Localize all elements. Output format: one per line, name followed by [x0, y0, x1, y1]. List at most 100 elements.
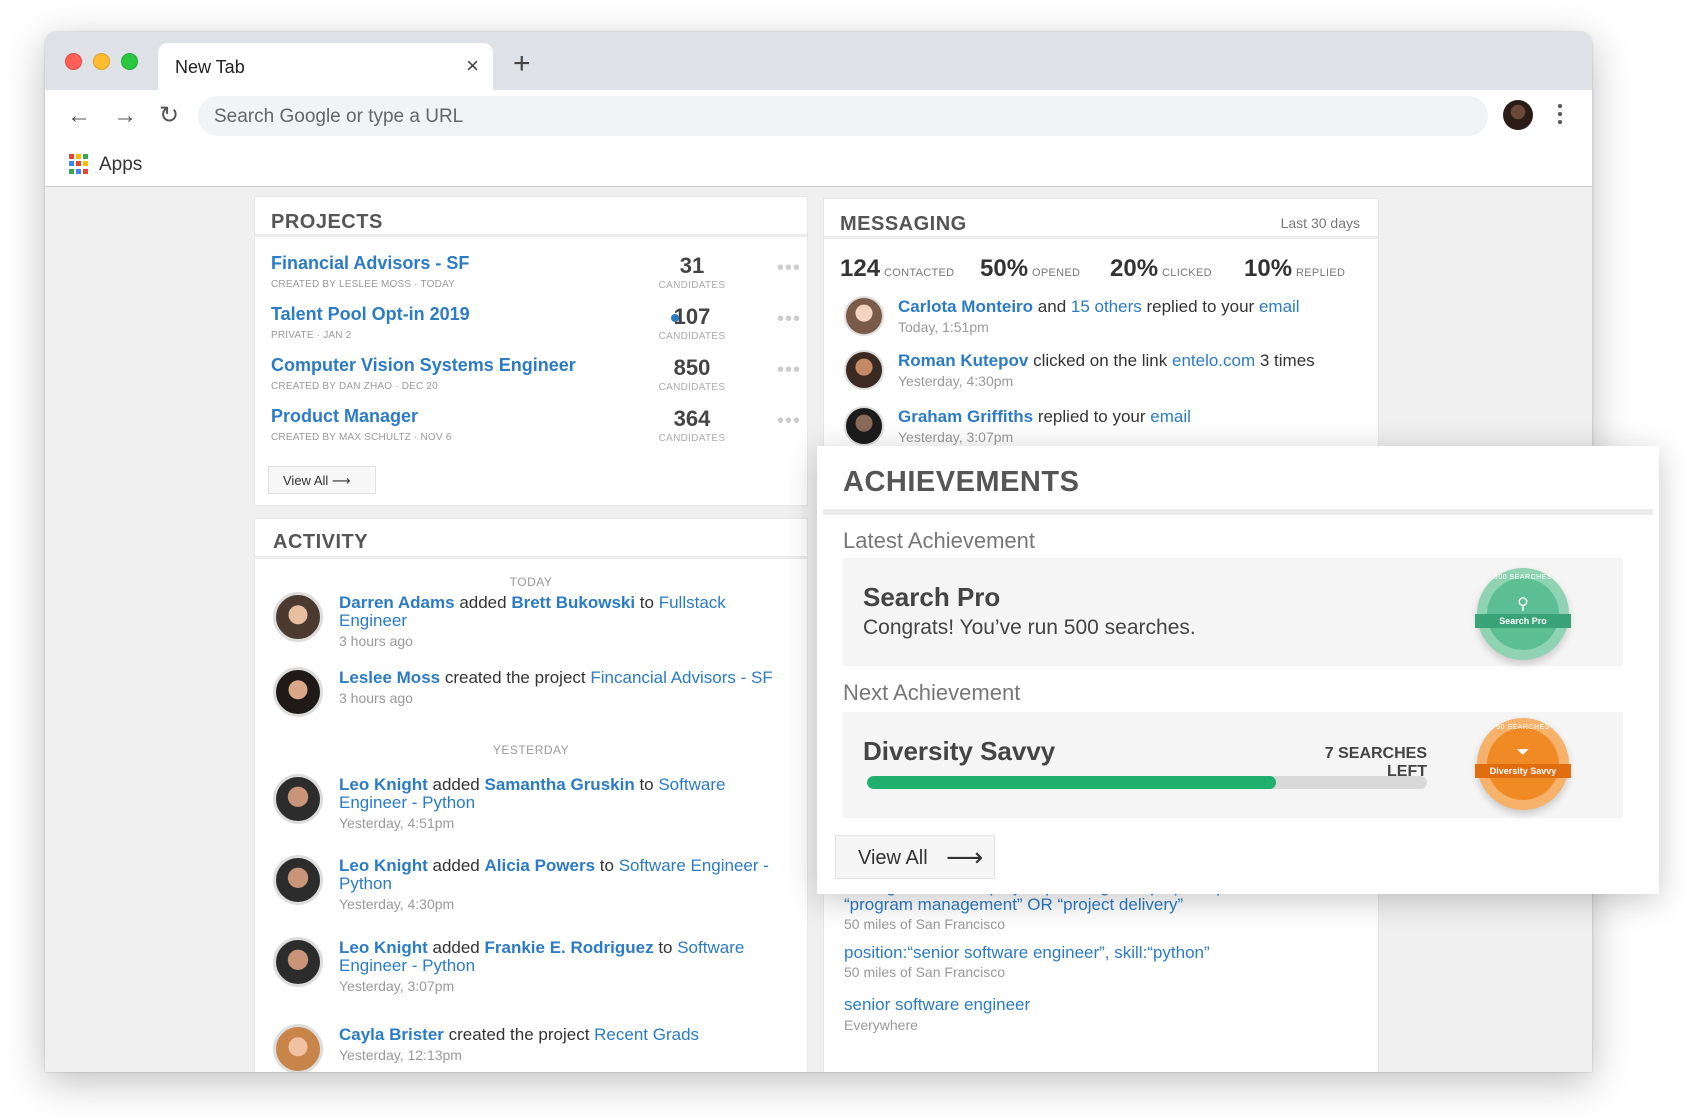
actor-link[interactable]: Graham Griffiths: [898, 407, 1033, 426]
projects-card: PROJECTS Financial Advisors - SF CREATED…: [254, 196, 808, 506]
close-window-button[interactable]: [65, 53, 82, 70]
address-bar[interactable]: Search Google or type a URL: [198, 96, 1488, 136]
activity-prep: to: [634, 775, 659, 794]
activity-text: Leo Knight added Frankie E. Rodriguez to…: [339, 939, 779, 995]
avatar[interactable]: [273, 667, 323, 717]
message-time: Yesterday, 3:07pm: [898, 429, 1014, 445]
object-link[interactable]: Alicia Powers: [485, 856, 596, 875]
activity-prep: to: [635, 593, 659, 612]
actor-link[interactable]: Cayla Brister: [339, 1025, 444, 1044]
avatar[interactable]: [273, 855, 323, 905]
email-link[interactable]: email: [1259, 297, 1300, 316]
others-link[interactable]: 15 others: [1071, 297, 1142, 316]
next-achievement-name: Diversity Savvy: [863, 736, 1056, 766]
minimize-window-button[interactable]: [93, 53, 110, 70]
reload-icon[interactable]: ↻: [154, 101, 184, 131]
url-link[interactable]: entelo.com: [1172, 351, 1255, 370]
achievements-panel: ACHIEVEMENTS Latest Achievement Search P…: [817, 446, 1659, 894]
actor-link[interactable]: Leo Knight: [339, 775, 428, 794]
activity-card: ACTIVITY TODAY Darren Adams added Brett …: [254, 518, 808, 1072]
project-meta: CREATED BY DAN ZHAO · DEC 20: [271, 381, 438, 392]
forward-arrow-icon[interactable]: →: [110, 101, 140, 131]
project-row[interactable]: Computer Vision Systems Engineer CREATED…: [271, 355, 800, 399]
stat-value: 20%: [1110, 255, 1159, 282]
achievements-view-all-button[interactable]: View All ⟶: [835, 835, 995, 879]
avatar[interactable]: [273, 937, 323, 987]
email-link[interactable]: email: [1150, 407, 1191, 426]
latest-achievement-box: Search Pro Congrats! You’ve run 500 sear…: [843, 558, 1623, 666]
avatar[interactable]: [844, 350, 884, 390]
avatar[interactable]: [844, 296, 884, 336]
new-tab-button[interactable]: +: [513, 49, 531, 79]
object-link[interactable]: Brett Bukowski: [511, 593, 635, 612]
achievements-divider: [823, 509, 1653, 515]
actor-link[interactable]: Leo Knight: [339, 938, 428, 957]
badge-top-text: 500 SEARCHES: [1493, 574, 1553, 581]
project-name[interactable]: Financial Advisors - SF: [271, 253, 469, 274]
project-name[interactable]: Computer Vision Systems Engineer: [271, 355, 576, 376]
latest-achievement-label: Latest Achievement: [843, 528, 1036, 553]
candidates-label: CANDIDATES: [658, 382, 726, 393]
more-menu-icon[interactable]: [1555, 102, 1565, 128]
activity-verb: added: [427, 775, 485, 794]
candidate-count: 850: [673, 355, 711, 380]
more-options-icon[interactable]: •••: [777, 359, 801, 382]
search-query-link[interactable]: position:“senior software engineer”, ski…: [844, 944, 1344, 962]
more-options-icon[interactable]: •••: [777, 308, 801, 331]
tab-strip: New Tab × +: [45, 32, 1592, 91]
actor-link[interactable]: Roman Kutepov: [898, 351, 1028, 370]
arrow-right-icon: ⟶: [946, 842, 984, 872]
maximize-window-button[interactable]: [121, 53, 138, 70]
avatar[interactable]: [273, 592, 323, 642]
message-fragment: replied to your: [1141, 297, 1259, 316]
stat-label: CLICKED: [1162, 267, 1212, 279]
actor-link[interactable]: Carlota Monteiro: [898, 297, 1033, 316]
stat-replied: 10% REPLIED: [1244, 255, 1345, 283]
projects-view-all-button[interactable]: View All ⟶: [268, 466, 376, 494]
candidate-count: 107: [673, 304, 711, 329]
search-query-link[interactable]: senior software engineer: [844, 996, 1344, 1014]
activity-time: Yesterday, 4:51pm: [339, 815, 455, 831]
avatar[interactable]: [273, 774, 323, 824]
project-name[interactable]: Talent Pool Opt-in 2019: [271, 304, 470, 325]
project-row[interactable]: Product Manager CREATED BY MAX SCHULTZ ·…: [271, 406, 800, 450]
apps-bookmark[interactable]: Apps: [99, 154, 142, 176]
target-link[interactable]: Fincancial Advisors - SF: [590, 668, 772, 687]
tab-new-tab[interactable]: New Tab ×: [158, 43, 493, 91]
target-link[interactable]: Recent Grads: [594, 1025, 699, 1044]
stat-value: 10%: [1244, 255, 1293, 282]
project-row[interactable]: Financial Advisors - SF CREATED BY LESLE…: [271, 253, 800, 297]
avatar[interactable]: [273, 1024, 323, 1072]
search-location: 50 miles of San Francisco: [844, 916, 1006, 932]
more-options-icon[interactable]: •••: [777, 410, 801, 433]
close-icon[interactable]: ×: [466, 55, 479, 77]
actor-link[interactable]: Leo Knight: [339, 856, 428, 875]
project-name[interactable]: Product Manager: [271, 406, 418, 427]
avatar[interactable]: [844, 406, 884, 446]
more-options-icon[interactable]: •••: [777, 257, 801, 280]
project-meta: CREATED BY LESLEE MOSS · TODAY: [271, 279, 456, 290]
bookmarks-bar: Apps: [45, 142, 1592, 187]
actor-link[interactable]: Leslee Moss: [339, 668, 440, 687]
activity-verb: added: [427, 938, 485, 957]
activity-verb: created the project: [443, 1025, 595, 1044]
project-meta: PRIVATE · JAN 2: [271, 330, 352, 341]
message-time: Today, 1:51pm: [898, 319, 989, 335]
activity-text: Leo Knight added Alicia Powers to Softwa…: [339, 857, 779, 913]
stat-value: 50%: [980, 255, 1029, 282]
messaging-title: MESSAGING: [840, 213, 967, 235]
object-link[interactable]: Samantha Gruskin: [485, 775, 635, 794]
next-achievement-box: Diversity Savvy 7 SEARCHES LEFT 50 SEARC…: [843, 712, 1623, 818]
profile-avatar[interactable]: [1503, 100, 1533, 130]
messaging-period[interactable]: Last 30 days: [1281, 215, 1360, 231]
candidate-count: 31: [679, 253, 705, 278]
stat-label: REPLIED: [1296, 267, 1346, 279]
message-text: Roman Kutepov clicked on the link entelo…: [898, 351, 1368, 391]
object-link[interactable]: Frankie E. Rodriguez: [485, 938, 654, 957]
back-arrow-icon[interactable]: ←: [64, 101, 94, 131]
apps-grid-icon[interactable]: [69, 154, 89, 174]
activity-text: Leslee Moss created the project Fincanci…: [339, 669, 779, 707]
actor-link[interactable]: Darren Adams: [339, 593, 455, 612]
project-row[interactable]: Talent Pool Opt-in 2019 PRIVATE · JAN 2 …: [271, 304, 800, 348]
candidate-count: 364: [673, 406, 711, 431]
